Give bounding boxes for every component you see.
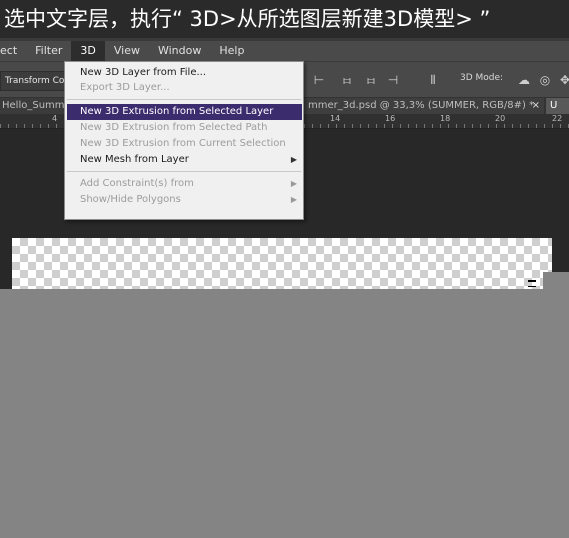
menu-bar: ect Filter 3D View Window Help	[0, 41, 569, 61]
menu-help[interactable]: Help	[210, 41, 253, 61]
menu-item-new-3d-extrusion-from-selected-layer[interactable]: New 3D Extrusion from Selected Layer	[67, 104, 302, 120]
3d-menu-dropdown: New 3D Layer from File... Export 3D Laye…	[64, 61, 304, 220]
menu-item-label: Add Constraint(s) from	[80, 178, 194, 189]
menu-item-label: Show/Hide Polygons	[80, 194, 181, 205]
roll-icon[interactable]: ◎	[538, 72, 552, 88]
align-right-icon[interactable]: ⊣	[386, 72, 400, 88]
overlay-step	[543, 272, 569, 289]
menu-separator	[67, 171, 301, 172]
menu-window[interactable]: Window	[149, 41, 210, 61]
menu-item-new-mesh-from-layer[interactable]: New Mesh from Layer ▶	[65, 152, 303, 168]
ruler-label: 18	[440, 114, 451, 123]
3d-mode-label: 3D Mode:	[460, 73, 504, 83]
menu-item-show-hide-polygons[interactable]: Show/Hide Polygons ▶	[65, 192, 303, 208]
menu-filter[interactable]: Filter	[26, 41, 71, 61]
menu-item-new-3d-extrusion-from-current-selection[interactable]: New 3D Extrusion from Current Selection	[65, 136, 303, 152]
menu-item-label: New 3D Extrusion from Current Selection	[80, 138, 286, 149]
align-center-icon[interactable]: ⧦	[340, 72, 354, 88]
submenu-arrow-icon: ▶	[290, 155, 297, 164]
menu-select[interactable]: ect	[0, 41, 26, 61]
menu-item-new-3d-extrusion-from-selected-path[interactable]: New 3D Extrusion from Selected Path	[65, 120, 303, 136]
tab-untitled[interactable]: U	[546, 98, 569, 114]
distribute-icon[interactable]: ⫴	[426, 72, 440, 88]
orbit-icon[interactable]: ☁	[517, 72, 531, 88]
tab-summer-3d[interactable]: mmer_3d.psd @ 33,3% (SUMMER, RGB/8#) * ×	[304, 98, 544, 114]
menu-item-label: New 3D Layer from File...	[80, 67, 207, 78]
ruler-label: 20	[495, 114, 506, 123]
tab-hello-summer[interactable]: Hello_Summe	[0, 98, 68, 114]
ruler-label: 22	[552, 114, 563, 123]
menu-view[interactable]: View	[105, 41, 149, 61]
menu-item-label: New Mesh from Layer	[80, 154, 189, 165]
align-middle-icon[interactable]: ⧦	[364, 72, 378, 88]
ruler-label: 4	[52, 114, 58, 123]
menu-item-label: New 3D Extrusion from Selected Layer	[80, 106, 274, 117]
menu-item-export-3d-layer[interactable]: Export 3D Layer...	[65, 80, 303, 96]
tutorial-caption: 选中文字层，执行“ 3D>从所选图层新建3D模型> ”	[0, 0, 569, 38]
tab-summer-3d-label: mmer_3d.psd @ 33,3% (SUMMER, RGB/8#) *	[308, 100, 535, 111]
pan-icon[interactable]: ✥	[558, 72, 569, 88]
ruler-label: 14	[330, 114, 341, 123]
gray-overlay	[0, 289, 569, 538]
transparent-document-canvas[interactable]	[12, 238, 552, 289]
align-left-icon[interactable]: ⊢	[312, 72, 326, 88]
menu-item-new-3d-layer-from-file[interactable]: New 3D Layer from File...	[65, 65, 303, 81]
menu-separator	[67, 99, 301, 100]
submenu-arrow-icon: ▶	[290, 195, 297, 204]
submenu-arrow-icon: ▶	[290, 179, 297, 188]
ruler-label: 16	[385, 114, 396, 123]
close-icon[interactable]: ×	[532, 98, 540, 114]
menu-item-add-constraints-from[interactable]: Add Constraint(s) from ▶	[65, 176, 303, 192]
cursor-mark-icon	[528, 280, 536, 287]
menu-3d[interactable]: 3D	[71, 41, 105, 61]
menu-item-label: New 3D Extrusion from Selected Path	[80, 122, 268, 133]
menu-item-label: Export 3D Layer...	[80, 82, 170, 93]
